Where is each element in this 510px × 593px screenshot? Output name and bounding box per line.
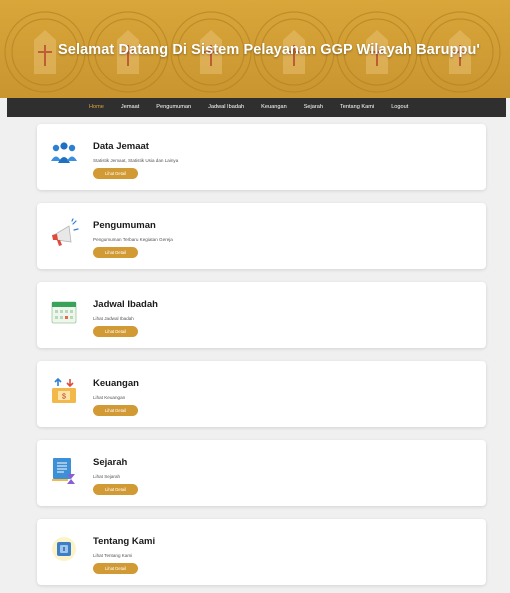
lihat-detail-button[interactable]: Lihat Detail [93,326,138,337]
nav-keuangan[interactable]: Keuangan [261,98,287,117]
card-keuangan: $ Keuangan Lihat Keuangan Lihat Detail [37,361,486,427]
info-badge-icon [52,537,76,561]
people-icon [51,142,77,163]
card-title: Sejarah [93,457,128,468]
card-jadwal-ibadah: Jadwal Ibadah Lihat Jadwal Ibadah Lihat … [37,282,486,348]
lihat-detail-button[interactable]: Lihat Detail [93,247,138,258]
finance-icon: $ [52,377,76,403]
lihat-detail-button[interactable]: Lihat Detail [93,484,138,495]
card-pengumuman: Pengumuman Pengumuman Terbaru Kegiatan G… [37,203,486,269]
lihat-detail-button[interactable]: Lihat Detail [93,168,138,179]
nav-jemaat[interactable]: Jemaat [121,98,139,117]
card-description: Pengumuman Terbaru Kegiatan Gereja [93,237,173,242]
history-book-icon [52,458,75,484]
header-banner: Selamat Datang Di Sistem Pelayanan GGP W… [0,0,510,98]
main-navbar: Home Jemaat Pengumuman Jadwal Ibadah Keu… [7,98,506,117]
card-description: Lihat Keuangan [93,395,126,400]
nav-home[interactable]: Home [89,98,104,117]
nav-jadwal-ibadah[interactable]: Jadwal Ibadah [208,98,244,117]
card-description: Lihat Tentang Kami [93,553,133,558]
card-data-jemaat: Data Jemaat Statistik Jemaat, Statistik … [37,124,486,190]
lihat-detail-button[interactable]: Lihat Detail [93,563,138,574]
svg-text:$: $ [62,394,66,401]
card-title: Tentang Kami [93,536,156,547]
nav-tentang-kami[interactable]: Tentang Kami [340,98,374,117]
card-description: Lihat Jadwal Ibadah [93,316,134,321]
megaphone-icon [52,218,79,246]
card-title: Jadwal Ibadah [93,299,158,310]
nav-sejarah[interactable]: Sejarah [304,98,323,117]
calendar-icon [51,301,77,324]
lihat-detail-button[interactable]: Lihat Detail [93,405,138,416]
page-title: Selamat Datang Di Sistem Pelayanan GGP W… [58,42,480,58]
card-title: Keuangan [93,378,139,389]
nav-pengumuman[interactable]: Pengumuman [156,98,191,117]
card-sejarah: Sejarah Lihat Sejarah Lihat Detail [37,440,486,506]
card-description: Lihat Sejarah [93,474,121,479]
card-title: Pengumuman [93,220,156,231]
card-title: Data Jemaat [93,141,149,152]
card-description: Statistik Jemaat, Statistik Usia dan Lai… [93,158,179,163]
card-tentang-kami: Tentang Kami Lihat Tentang Kami Lihat De… [37,519,486,585]
nav-logout[interactable]: Logout [391,98,408,117]
dashboard-content: Data Jemaat Statistik Jemaat, Statistik … [7,117,506,593]
